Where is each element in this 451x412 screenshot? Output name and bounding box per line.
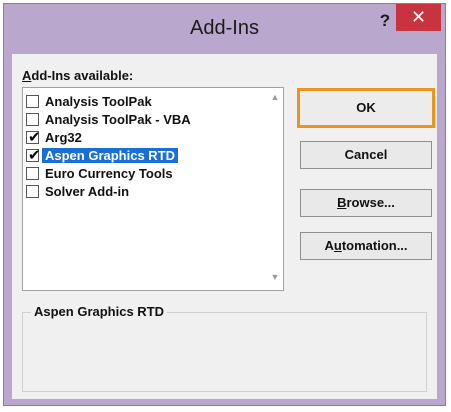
checkbox[interactable]: ✔	[26, 129, 41, 146]
list-item[interactable]: ✔ Arg32	[26, 129, 266, 147]
close-icon: ✕	[410, 7, 427, 27]
list-item[interactable]: Analysis ToolPak	[26, 93, 266, 111]
list-item[interactable]: Solver Add-in	[26, 183, 266, 201]
browse-button[interactable]: Browse...	[300, 189, 432, 217]
title-bar: Add-Ins ? ✕	[4, 4, 445, 54]
scroll-down-icon[interactable]: ▼	[270, 272, 280, 282]
checkmark-icon: ✔	[28, 129, 41, 146]
list-item-label: Euro Currency Tools	[45, 166, 173, 181]
checkbox[interactable]	[26, 113, 39, 126]
list-item-label: Aspen Graphics RTD	[42, 148, 179, 163]
list-item-label: Solver Add-in	[45, 184, 130, 199]
list-item-label: Analysis ToolPak - VBA	[45, 112, 191, 127]
checkmark-icon: ✔	[28, 147, 41, 164]
list-item-label: Analysis ToolPak	[45, 94, 152, 109]
checkbox[interactable]	[26, 185, 39, 198]
list-item-label: Arg32	[45, 130, 82, 145]
help-button[interactable]: ?	[374, 10, 396, 32]
close-button[interactable]: ✕	[396, 4, 441, 31]
checkbox[interactable]: ✔	[26, 147, 41, 164]
add-ins-listbox[interactable]: Analysis ToolPak Analysis ToolPak - VBA …	[22, 87, 284, 291]
add-ins-available-label: Add-Ins available:	[22, 68, 134, 83]
list-item[interactable]: Analysis ToolPak - VBA	[26, 111, 266, 129]
cancel-button[interactable]: Cancel	[300, 141, 432, 169]
list-item[interactable]: Euro Currency Tools	[26, 165, 266, 183]
ok-button[interactable]: OK	[297, 88, 435, 128]
listbox-scrollbar[interactable]: ▲ ▼	[267, 88, 283, 290]
checkbox[interactable]	[26, 95, 39, 108]
list-item[interactable]: ✔ Aspen Graphics RTD	[26, 147, 266, 165]
add-ins-dialog: Add-Ins ? ✕ Add-Ins available: Analysis …	[3, 3, 446, 406]
checkbox[interactable]	[26, 167, 39, 180]
automation-button[interactable]: Automation...	[300, 232, 432, 260]
description-group: Aspen Graphics RTD	[22, 304, 427, 392]
scroll-up-icon[interactable]: ▲	[270, 92, 280, 102]
description-title: Aspen Graphics RTD	[31, 304, 168, 319]
dialog-body: Add-Ins available: Analysis ToolPak Anal…	[12, 54, 437, 399]
